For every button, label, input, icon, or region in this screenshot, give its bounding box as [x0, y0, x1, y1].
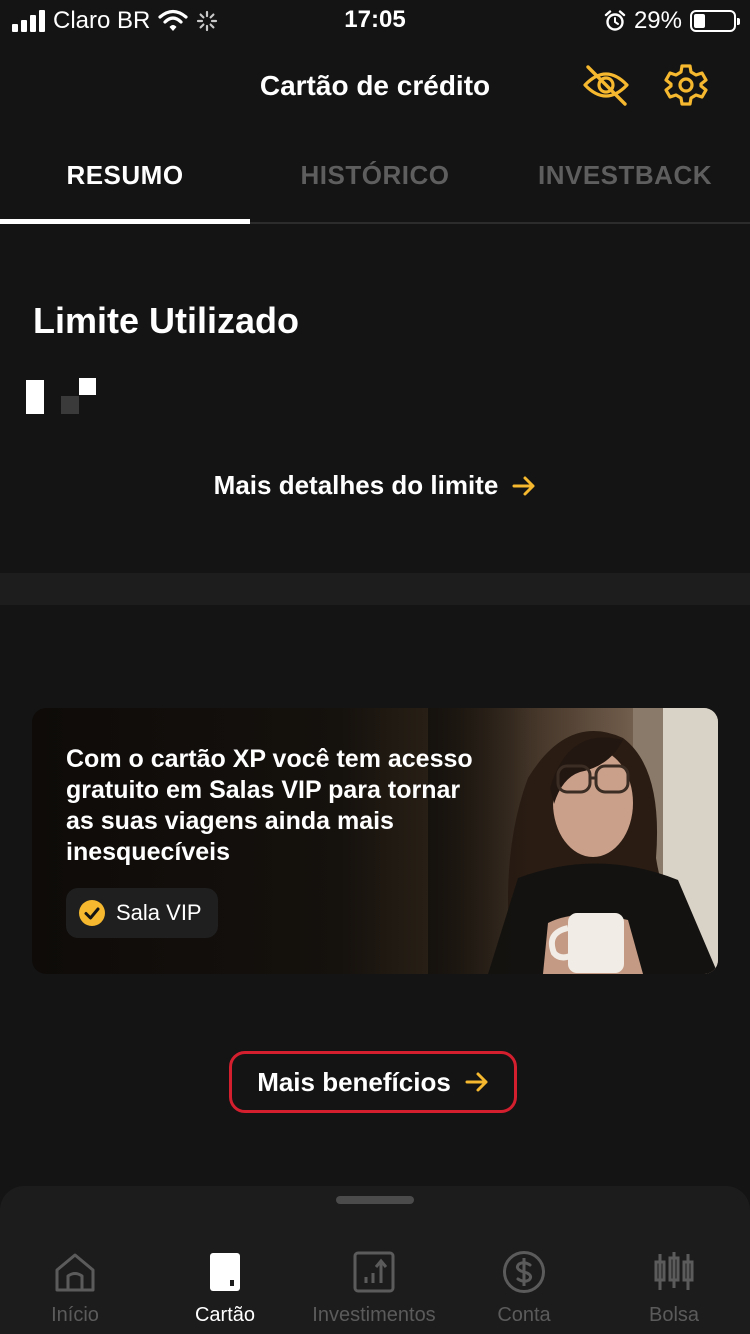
- tab-bar: RESUMO HISTÓRICO INVESTBACK: [0, 140, 750, 224]
- promo-card-sala-vip[interactable]: Com o cartão XP você tem acesso gratuito…: [32, 708, 718, 974]
- arrow-right-icon: [512, 475, 536, 497]
- arrow-right-icon: [465, 1071, 489, 1093]
- battery-level: [694, 14, 706, 28]
- sala-vip-badge: Sala VIP: [66, 888, 218, 938]
- nav-item-bolsa[interactable]: Bolsa: [599, 1248, 749, 1327]
- home-icon: [51, 1248, 99, 1296]
- alarm-icon: [604, 10, 626, 32]
- hidden-value-mask: [26, 378, 100, 414]
- status-bar: Claro BR 17:05 29%: [0, 0, 750, 42]
- card-icon: [201, 1248, 249, 1296]
- limit-details-link[interactable]: Mais detalhes do limite: [0, 470, 750, 501]
- check-circle-icon: [78, 899, 106, 927]
- tab-historico[interactable]: HISTÓRICO: [250, 140, 500, 222]
- investments-icon: [350, 1248, 398, 1296]
- section-divider: [0, 573, 750, 605]
- nav-label: Cartão: [194, 1304, 256, 1326]
- tab-investback[interactable]: INVESTBACK: [500, 140, 750, 222]
- nav-label: Conta: [497, 1304, 551, 1326]
- bottom-navigation: Início Cartão Investimentos Conta Bolsa: [0, 1186, 750, 1334]
- nav-label: Investimentos: [312, 1304, 436, 1326]
- limit-title: Limite Utilizado: [33, 300, 300, 341]
- nav-item-investimentos[interactable]: Investimentos: [299, 1248, 449, 1327]
- sala-vip-label: Sala VIP: [116, 900, 202, 925]
- status-right: 29%: [604, 6, 740, 36]
- nav-label: Bolsa: [648, 1304, 700, 1326]
- app-screen: Claro BR 17:05 29% Cartão de crédito RES…: [0, 0, 750, 1334]
- promo-text: Com o cartão XP você tem acesso gratuito…: [66, 745, 473, 866]
- battery-icon: [690, 10, 740, 32]
- nav-item-conta[interactable]: Conta: [449, 1248, 599, 1327]
- settings-icon[interactable]: [661, 60, 711, 110]
- dollar-icon: [500, 1248, 548, 1296]
- battery-percent: 29%: [633, 7, 682, 34]
- more-benefits-link[interactable]: Mais benefícios: [229, 1051, 517, 1113]
- nav-label: Início: [51, 1304, 99, 1326]
- nav-item-inicio[interactable]: Início: [0, 1248, 150, 1327]
- limit-details-label: Mais detalhes do limite: [213, 470, 499, 500]
- drag-handle[interactable]: [336, 1196, 414, 1204]
- nav-item-cartao[interactable]: Cartão: [150, 1248, 300, 1327]
- hide-values-icon[interactable]: [581, 60, 631, 110]
- page-title: Cartão de crédito: [259, 70, 491, 101]
- more-benefits-label: Mais benefícios: [257, 1066, 451, 1097]
- candlestick-icon: [650, 1248, 698, 1296]
- tab-resumo[interactable]: RESUMO: [0, 140, 250, 224]
- header: Cartão de crédito: [0, 50, 750, 124]
